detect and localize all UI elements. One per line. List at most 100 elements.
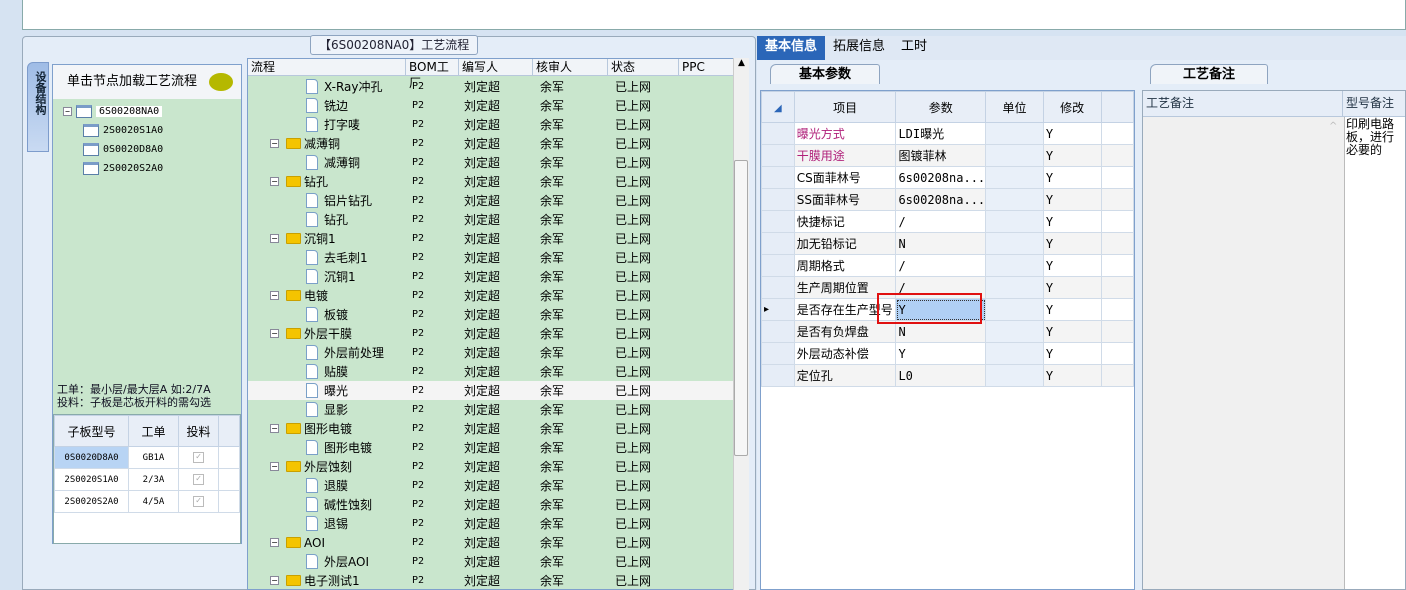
param-modify[interactable]: Y (1042, 276, 1102, 299)
table-row[interactable]: 周期格式 / Y (761, 254, 1134, 277)
table-row[interactable]: 退锡 P2 刘定超 余军 已上网 (248, 514, 735, 533)
collapse-icon[interactable]: − (270, 139, 279, 148)
param-unit[interactable] (985, 342, 1044, 365)
param-value[interactable]: / (895, 254, 987, 277)
param-modify[interactable]: Y (1042, 210, 1102, 233)
row-header[interactable]: ▸ (761, 298, 795, 321)
collapse-icon[interactable]: − (270, 234, 279, 243)
table-row[interactable]: 0S0020D8A0 GB1A ✓ (54, 446, 240, 469)
cell[interactable]: ✓ (178, 468, 219, 491)
collapse-icon[interactable]: − (270, 538, 279, 547)
scrollbar-thumb[interactable] (734, 160, 748, 456)
param-value[interactable]: 6s00208na... (895, 166, 987, 189)
collapse-icon[interactable]: − (270, 329, 279, 338)
scroll-up-icon[interactable]: ▲ (734, 58, 749, 68)
table-row[interactable]: 贴膜 P2 刘定超 余军 已上网 (248, 362, 735, 381)
column-header[interactable]: BOM工厂 (406, 59, 459, 90)
tree-node-root[interactable]: − 6S00208NA0 (63, 103, 163, 119)
table-row[interactable]: 减薄铜 P2 刘定超 余军 已上网 (248, 153, 735, 172)
table-row[interactable]: 铣边 P2 刘定超 余军 已上网 (248, 96, 735, 115)
row-header[interactable] (761, 342, 795, 365)
cell[interactable]: 2/3A (128, 468, 179, 491)
column-header[interactable]: 流程 (248, 59, 406, 75)
cell[interactable]: ✓ (178, 490, 219, 513)
table-row[interactable]: 铝片钻孔 P2 刘定超 余军 已上网 (248, 191, 735, 210)
row-header[interactable] (761, 364, 795, 387)
column-header[interactable]: 状态 (608, 59, 679, 75)
collapse-icon[interactable]: − (270, 462, 279, 471)
tab-process-notes[interactable]: 工艺备注 (1150, 64, 1269, 84)
table-row[interactable]: 2S0020S1A0 2/3A ✓ (54, 468, 240, 491)
param-unit[interactable] (985, 320, 1044, 343)
table-row[interactable]: 曝光 P2 刘定超 余军 已上网 (248, 381, 735, 400)
table-row[interactable]: 退膜 P2 刘定超 余军 已上网 (248, 476, 735, 495)
collapse-icon[interactable]: − (63, 106, 72, 116)
table-row[interactable]: CS面菲林号 6s00208na... Y (761, 166, 1134, 189)
table-row[interactable]: 外层前处理 P2 刘定超 余军 已上网 (248, 343, 735, 362)
param-unit[interactable] (985, 166, 1044, 189)
column-header[interactable]: 参数 (895, 91, 987, 123)
row-header[interactable] (761, 122, 795, 145)
table-row[interactable]: 碱性蚀刻 P2 刘定超 余军 已上网 (248, 495, 735, 514)
row-header[interactable] (761, 232, 795, 255)
param-unit[interactable] (985, 122, 1044, 145)
param-unit[interactable] (985, 276, 1044, 299)
table-row[interactable]: − 外层蚀刻 P2 刘定超 余军 已上网 (248, 457, 735, 476)
param-value[interactable]: 6s00208na... (895, 188, 987, 211)
param-unit[interactable] (985, 232, 1044, 255)
param-modify[interactable]: Y (1042, 122, 1102, 145)
table-row[interactable]: 沉铜1 P2 刘定超 余军 已上网 (248, 267, 735, 286)
param-unit[interactable] (985, 144, 1044, 167)
table-row[interactable]: 图形电镀 P2 刘定超 余军 已上网 (248, 438, 735, 457)
collapse-icon[interactable]: − (270, 424, 279, 433)
tab-basic-info[interactable]: 基本信息 (757, 36, 826, 60)
param-value[interactable]: LDI曝光 (895, 122, 987, 145)
table-row[interactable]: − 图形电镀 P2 刘定超 余军 已上网 (248, 419, 735, 438)
param-unit[interactable] (985, 254, 1044, 277)
column-header[interactable]: 修改 (1042, 91, 1102, 123)
row-header[interactable] (761, 254, 795, 277)
checkbox[interactable]: ✓ (193, 452, 204, 463)
column-header[interactable]: 工单 (128, 415, 179, 447)
cell[interactable]: 0S0020D8A0 (54, 446, 129, 469)
param-modify[interactable]: Y (1042, 298, 1102, 321)
column-header[interactable]: 投料 (178, 415, 219, 447)
param-modify[interactable]: Y (1042, 320, 1102, 343)
cell[interactable]: 2S0020S2A0 (54, 490, 129, 513)
table-row[interactable]: 干膜用途 图镀菲林 Y (761, 144, 1134, 167)
param-modify[interactable]: Y (1042, 364, 1102, 387)
tab-work-hours[interactable]: 工时 (893, 36, 935, 60)
param-unit[interactable] (985, 298, 1044, 321)
param-value[interactable]: L0 (895, 364, 987, 387)
table-row[interactable]: 加无铅标记 N Y (761, 232, 1134, 255)
table-row[interactable]: − 沉铜1 P2 刘定超 余军 已上网 (248, 229, 735, 248)
tab-extended-info[interactable]: 拓展信息 (825, 36, 893, 60)
param-unit[interactable] (985, 364, 1044, 387)
param-unit[interactable] (985, 188, 1044, 211)
model-note-text[interactable]: 印刷电路板，进行必要的 (1344, 117, 1405, 589)
column-header[interactable]: PPC (679, 59, 734, 75)
column-header[interactable]: 型号备注 (1343, 91, 1394, 116)
column-header[interactable]: 核审人 (533, 59, 608, 75)
table-row[interactable]: 外层动态补偿 Y Y (761, 342, 1134, 365)
row-header[interactable] (761, 144, 795, 167)
column-header[interactable]: 子板型号 (54, 415, 129, 447)
column-header[interactable]: 编写人 (459, 59, 533, 75)
tab-device-structure[interactable]: 设备结构 (27, 62, 49, 152)
table-row[interactable]: SS面菲林号 6s00208na... Y (761, 188, 1134, 211)
table-row[interactable]: 2S0020S2A0 4/5A ✓ (54, 490, 240, 513)
tree-node-child[interactable]: 2S0020S2A0 (83, 160, 163, 176)
param-value[interactable]: / (895, 210, 987, 233)
row-header[interactable] (761, 188, 795, 211)
cell[interactable]: ✓ (178, 446, 219, 469)
table-row[interactable]: 板镀 P2 刘定超 余军 已上网 (248, 305, 735, 324)
checkbox[interactable]: ✓ (193, 496, 204, 507)
column-header[interactable]: 单位 (985, 91, 1044, 123)
table-row[interactable]: 曝光方式 LDI曝光 Y (761, 122, 1134, 145)
param-modify[interactable]: Y (1042, 342, 1102, 365)
table-row[interactable]: − 钻孔 P2 刘定超 余军 已上网 (248, 172, 735, 191)
cell[interactable]: 4/5A (128, 490, 179, 513)
param-value[interactable]: Y (895, 342, 987, 365)
table-row[interactable]: X-Ray冲孔 P2 刘定超 余军 已上网 (248, 77, 735, 96)
tree-node-child[interactable]: 2S0020S1A0 (83, 122, 163, 138)
